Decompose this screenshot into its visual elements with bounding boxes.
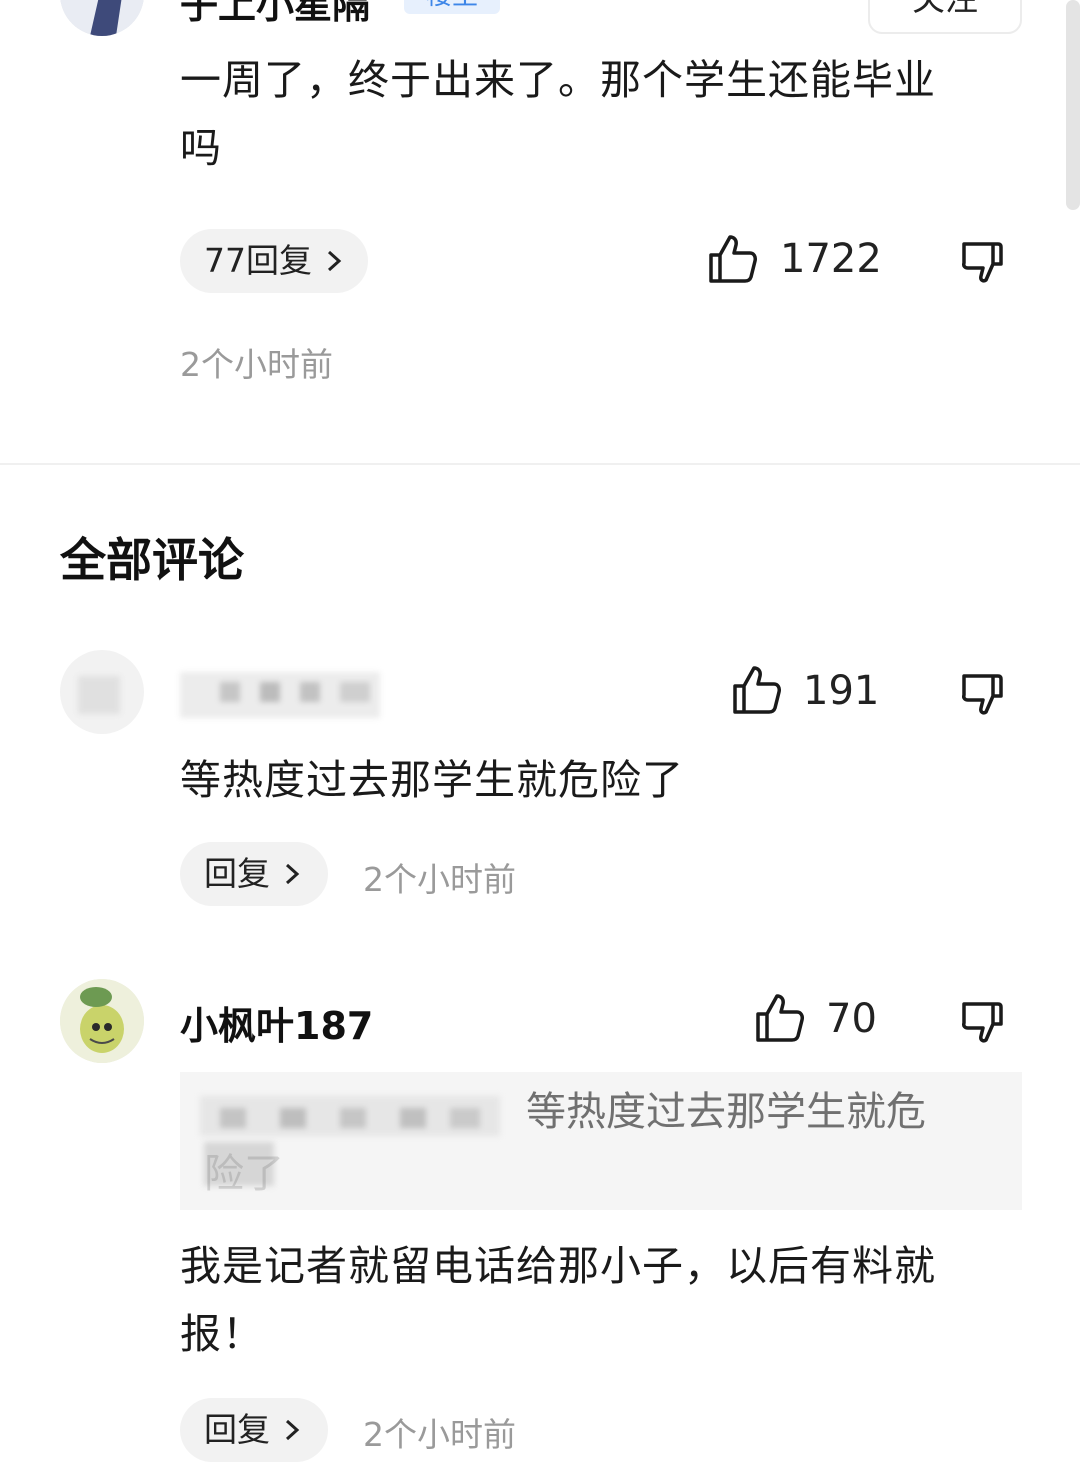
avatar-image	[60, 979, 144, 1063]
comment-text-line2: 报！	[180, 1310, 264, 1358]
reply-button-label: 回复	[204, 1410, 270, 1449]
op-like-count: 1722	[780, 236, 882, 282]
replies-button[interactable]: 77回复	[180, 229, 368, 293]
reply-button[interactable]: 回复	[180, 842, 328, 906]
reply-button-label: 回复	[204, 854, 270, 893]
comment-like-count: 70	[826, 996, 877, 1042]
chevron-right-icon	[327, 250, 342, 272]
comment-text-line1: 我是记者就留电话给那小子，以后有料就	[180, 1242, 936, 1290]
thumbs-down-icon[interactable]	[960, 672, 1004, 718]
thumbs-up-icon[interactable]	[755, 992, 805, 1044]
scrollbar[interactable]	[1066, 0, 1080, 210]
quoted-author-redacted	[200, 1090, 500, 1138]
op-avatar-image	[60, 0, 144, 36]
author-name-redacted[interactable]	[180, 662, 380, 718]
chevron-right-icon	[285, 1419, 300, 1441]
comment-author-name[interactable]: 小枫叶187	[180, 995, 373, 1050]
chevron-right-icon	[285, 863, 300, 885]
avatar-redacted	[78, 676, 120, 714]
op-comment-line1: 一周了，终于出来了。那个学生还能毕业	[180, 56, 936, 104]
quoted-text-line1: 等热度过去那学生就危	[526, 1089, 926, 1135]
quoted-text-line2: 险了	[204, 1151, 284, 1197]
thumbs-up-icon[interactable]	[732, 664, 782, 716]
op-time: 2个小时前	[180, 345, 333, 384]
thumbs-down-icon[interactable]	[960, 1000, 1004, 1046]
section-title: 全部评论	[60, 533, 244, 587]
replies-button-label: 77回复	[204, 241, 312, 280]
comment-avatar[interactable]	[60, 979, 144, 1063]
follow-button[interactable]: 关注	[868, 0, 1022, 34]
comment-time: 2个小时前	[363, 860, 516, 899]
section-divider	[0, 463, 1080, 465]
op-comment-text: 一周了，终于出来了。那个学生还能毕业 吗	[180, 46, 936, 182]
thumbs-down-icon[interactable]	[960, 240, 1004, 286]
quoted-comment[interactable]: 等热度过去那学生就危 险了	[180, 1072, 1022, 1210]
comment-like-count: 191	[803, 668, 880, 714]
comment-text: 等热度过去那学生就危险了	[180, 756, 684, 804]
op-comment-line2: 吗	[180, 124, 222, 172]
comment-text: 我是记者就留电话给那小子，以后有料就 报！	[180, 1232, 936, 1368]
follow-button-label: 关注	[912, 0, 978, 18]
op-badge: 楼主	[404, 0, 501, 14]
thumbs-up-icon[interactable]	[708, 233, 758, 285]
comment-avatar[interactable]	[60, 650, 144, 734]
op-author-name[interactable]: 子上小星隔	[180, 0, 370, 29]
op-avatar[interactable]	[60, 0, 144, 36]
reply-button[interactable]: 回复	[180, 1398, 328, 1462]
comment-time: 2个小时前	[363, 1415, 516, 1454]
redacted-quote-blocks	[200, 1096, 500, 1136]
redacted-name-blocks	[180, 672, 380, 718]
